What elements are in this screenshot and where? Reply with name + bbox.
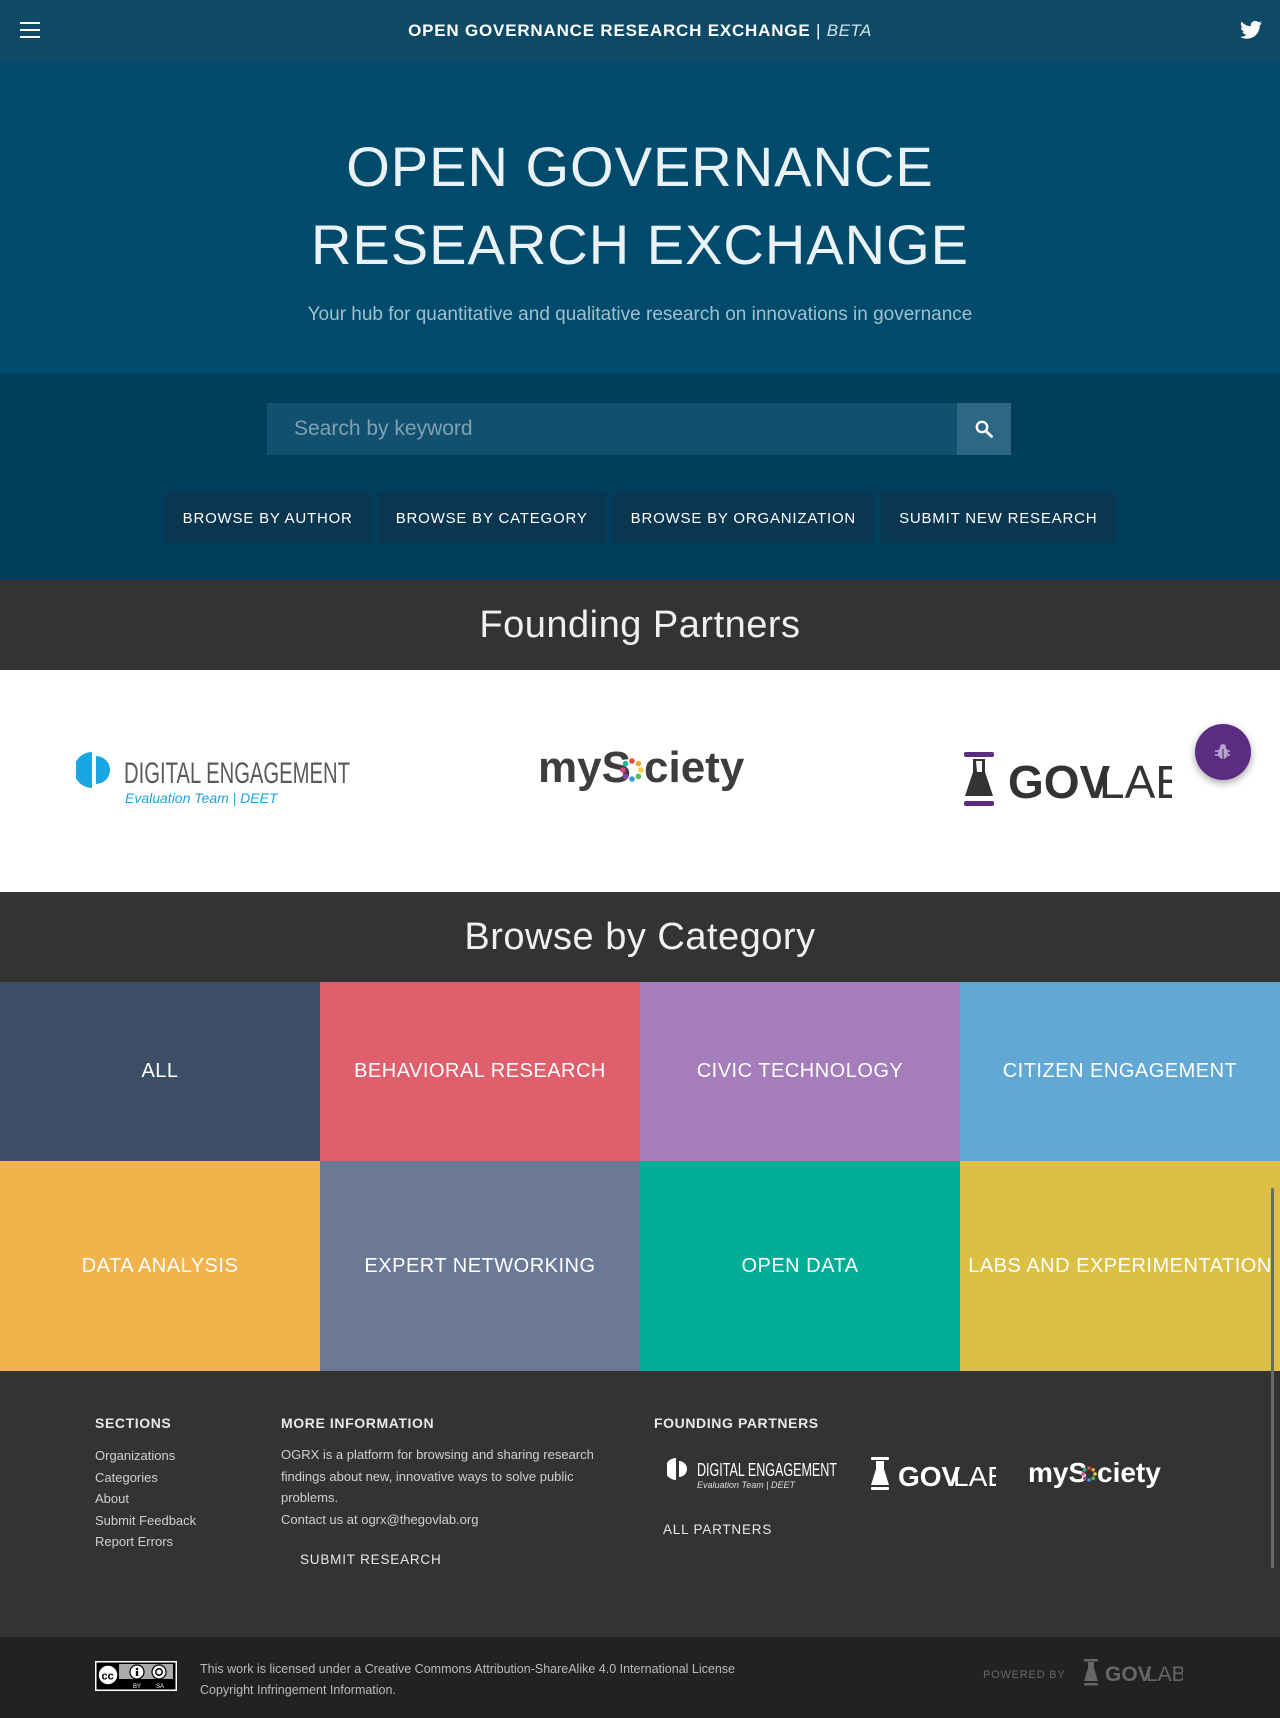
category-tile-labs-and-experimentation[interactable]: LABS AND EXPERIMENTATION: [960, 1161, 1280, 1371]
report-bug-button[interactable]: [1195, 724, 1251, 780]
partners-band: DIGITAL ENGAGEMENT Evaluation Team | DEE…: [0, 670, 1280, 892]
footer-sections-heading: SECTIONS: [95, 1415, 172, 1431]
site-title-text: OPEN GOVERNANCE RESEARCH EXCHANGE: [408, 21, 811, 40]
footer-digital-engagement-name: DIGITAL ENGAGEMENT: [697, 1460, 837, 1480]
powered-by-govlab-logo[interactable]: GOV LAB: [1083, 1659, 1183, 1687]
browse-by-author-button[interactable]: BROWSE BY AUTHOR: [164, 493, 371, 543]
cc-license-badge[interactable]: cc BY SA: [95, 1661, 177, 1691]
govlab-light: LAB: [1099, 756, 1172, 806]
hero: OPEN GOVERNANCE RESEARCH EXCHANGE Your h…: [0, 62, 1280, 374]
powered-govlab-bold: GOV: [1105, 1663, 1152, 1686]
browse-buttons: BROWSE BY AUTHOR BROWSE BY CATEGORY BROW…: [0, 493, 1280, 543]
category-tile-expert-networking[interactable]: EXPERT NETWORKING: [320, 1161, 640, 1371]
category-tile-behavioral-research[interactable]: BEHAVIORAL RESEARCH: [320, 982, 640, 1161]
footer-link-about[interactable]: About: [95, 1488, 196, 1510]
footer-more-info-heading: MORE INFORMATION: [281, 1415, 435, 1431]
category-tile-citizen-engagement[interactable]: CITIZEN ENGAGEMENT: [960, 982, 1280, 1161]
search-button[interactable]: [957, 403, 1011, 455]
beta-label: BETA: [826, 21, 872, 40]
twitter-icon[interactable]: [1240, 20, 1262, 40]
footer-mysociety-text-a: myS: [1028, 1457, 1087, 1488]
powered-by-label: POWERED BY: [983, 1669, 1066, 1681]
browse-by-organization-button[interactable]: BROWSE BY ORGANIZATION: [612, 493, 875, 543]
footer-link-submit-feedback[interactable]: Submit Feedback: [95, 1510, 196, 1532]
bottom-bar: cc BY SA This work is licensed under a C…: [0, 1637, 1280, 1718]
svg-text:cc: cc: [102, 1671, 114, 1683]
hero-title: OPEN GOVERNANCE RESEARCH EXCHANGE: [0, 62, 1280, 284]
digital-engagement-name: DIGITAL ENGAGEMENT: [124, 757, 350, 790]
menu-icon[interactable]: [20, 22, 40, 38]
category-tile-data-analysis[interactable]: DATA ANALYSIS: [0, 1161, 320, 1371]
search-bar: [267, 403, 1011, 455]
site-title-separator: |: [815, 21, 822, 40]
footer-digital-engagement-sub: Evaluation Team | DEET: [697, 1480, 797, 1490]
footer-partners-heading: FOUNDING PARTNERS: [654, 1415, 819, 1431]
browse-by-category-button[interactable]: BROWSE BY CATEGORY: [377, 493, 606, 543]
top-navbar: OPEN GOVERNANCE RESEARCH EXCHANGE | BETA: [0, 0, 1280, 62]
footer-mysociety-text-b: ciety: [1097, 1457, 1161, 1488]
hero-subtitle: Your hub for quantitative and qualitativ…: [307, 304, 973, 325]
browse-by-category-heading: Browse by Category: [0, 892, 1280, 982]
footer-link-organizations[interactable]: Organizations: [95, 1445, 196, 1467]
footer-submit-research-button[interactable]: SUBMIT RESEARCH: [300, 1552, 442, 1567]
submit-new-research-button[interactable]: SUBMIT NEW RESEARCH: [881, 493, 1116, 543]
footer-govlab-bold: GOV: [898, 1461, 961, 1491]
footer-digital-engagement-logo[interactable]: DIGITAL ENGAGEMENT Evaluation Team | DEE…: [667, 1457, 839, 1491]
search-icon: [975, 420, 993, 438]
bug-icon: [1215, 744, 1230, 759]
cc-sa-label: SA: [156, 1684, 164, 1690]
footer-more-info: OGRX is a platform for browsing and shar…: [281, 1444, 611, 1530]
footer-sections-list: Organizations Categories About Submit Fe…: [95, 1445, 196, 1553]
category-tile-all[interactable]: ALL: [0, 982, 320, 1161]
footer-all-partners-link[interactable]: ALL PARTNERS: [663, 1522, 772, 1537]
hero-title-line2: RESEARCH EXCHANGE: [310, 213, 970, 276]
site-title[interactable]: OPEN GOVERNANCE RESEARCH EXCHANGE | BETA: [408, 21, 872, 41]
footer-about-text: OGRX is a platform for browsing and shar…: [281, 1447, 594, 1505]
search-input[interactable]: [267, 403, 957, 455]
license-text: This work is licensed under a Creative C…: [200, 1659, 735, 1701]
cc-by-label: BY: [133, 1684, 141, 1690]
founding-partners-heading: Founding Partners: [0, 580, 1280, 670]
mysociety-text-a: myS: [538, 746, 631, 792]
footer-govlab-light: LAB: [953, 1461, 996, 1491]
category-grid: ALL BEHAVIORAL RESEARCH CIVIC TECHNOLOGY…: [0, 982, 1280, 1371]
footer-link-report-errors[interactable]: Report Errors: [95, 1531, 196, 1553]
search-section: BROWSE BY AUTHOR BROWSE BY CATEGORY BROW…: [0, 374, 1280, 580]
category-tile-civic-technology[interactable]: CIVIC TECHNOLOGY: [640, 982, 960, 1161]
powered-govlab-light: LAB: [1146, 1663, 1183, 1686]
license-link[interactable]: This work is licensed under a Creative C…: [200, 1659, 735, 1680]
copyright-link[interactable]: Copyright Infringement Information.: [200, 1680, 735, 1701]
mysociety-logo[interactable]: myS ciety: [536, 746, 746, 796]
govlab-logo[interactable]: GOV LAB: [962, 752, 1172, 806]
scrollbar[interactable]: [1271, 1188, 1274, 1568]
digital-engagement-logo[interactable]: DIGITAL ENGAGEMENT Evaluation Team | DEE…: [76, 750, 356, 806]
govlab-bold: GOV: [1008, 756, 1111, 806]
mysociety-text-b: ciety: [644, 746, 745, 792]
category-tile-open-data[interactable]: OPEN DATA: [640, 1161, 960, 1371]
footer-govlab-logo[interactable]: GOV LAB: [870, 1457, 996, 1491]
digital-engagement-sub: Evaluation Team | DEET: [125, 790, 279, 806]
footer-link-categories[interactable]: Categories: [95, 1467, 196, 1489]
hero-title-line1: OPEN GOVERNANCE: [346, 135, 934, 198]
footer: SECTIONS Organizations Categories About …: [0, 1371, 1280, 1637]
footer-contact[interactable]: Contact us at ogrx@thegovlab.org: [281, 1509, 611, 1531]
footer-mysociety-logo[interactable]: myS ciety: [1028, 1457, 1162, 1491]
